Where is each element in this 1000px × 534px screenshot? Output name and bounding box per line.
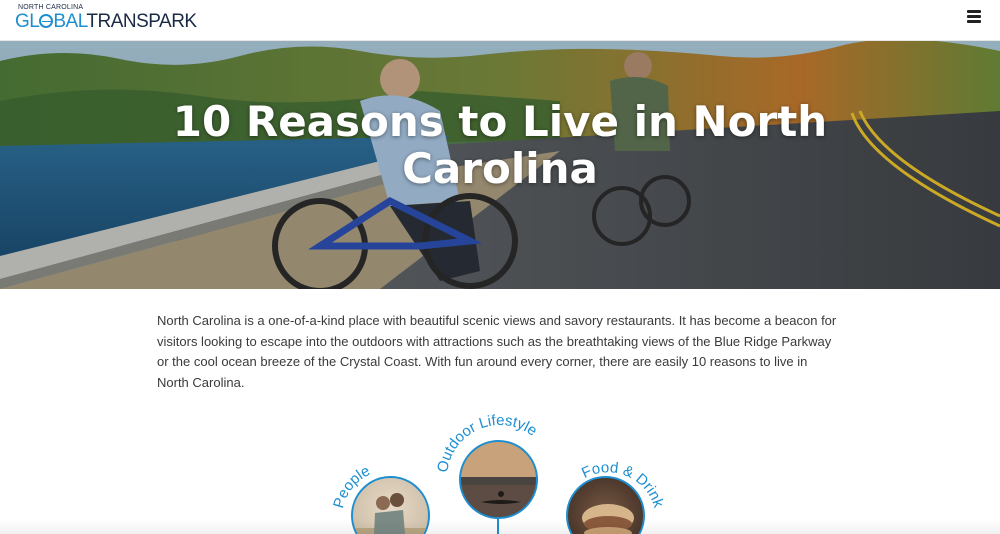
hamburger-menu-icon[interactable] <box>967 10 981 24</box>
hero-banner: 10 Reasons to Live in North Carolina <box>0 41 1000 289</box>
reasons-graphic: People Outdoor Lifestyle Food & Drink <box>0 400 1000 534</box>
reason-outdoor-lifestyle-photo <box>459 440 538 519</box>
site-header: NORTH CAROLINA GL BALTRANSPARK <box>0 0 1000 41</box>
page-title: 10 Reasons to Live in North Carolina <box>172 97 828 193</box>
logo-wordmark: GL BALTRANSPARK <box>15 11 197 32</box>
global-transpark-logo[interactable]: NORTH CAROLINA GL BALTRANSPARK <box>15 4 197 34</box>
intro-paragraph: North Carolina is a one-of-a-kind place … <box>157 313 837 390</box>
reason-outdoor-lifestyle[interactable]: Outdoor Lifestyle <box>434 412 565 534</box>
page-fold-shadow <box>0 520 1000 534</box>
globe-icon <box>39 14 54 28</box>
logo-tagline: NORTH CAROLINA <box>18 4 84 11</box>
